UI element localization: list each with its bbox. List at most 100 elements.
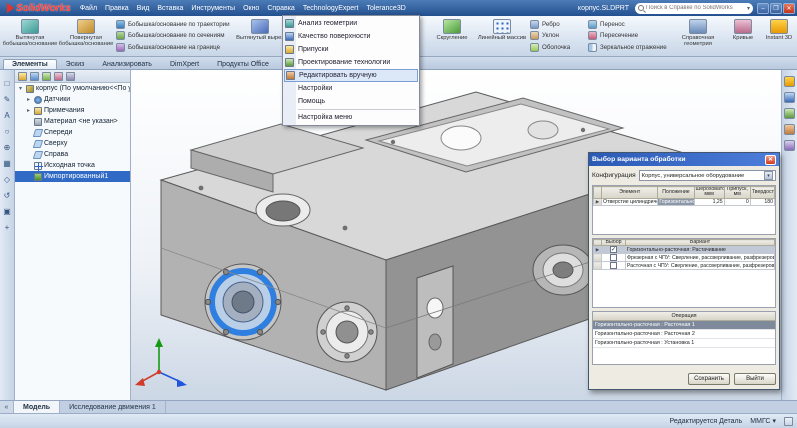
units-chevron-icon[interactable]: ▾ (772, 417, 776, 425)
tree-item-annotations[interactable]: ▸ Примечания (15, 105, 130, 116)
task-pane-resources-icon[interactable] (784, 76, 795, 87)
feature-position-cell[interactable]: Горизонтальное (657, 197, 695, 206)
search-input[interactable] (646, 5, 745, 11)
menu-item-process-design[interactable]: Проектирование технологии (284, 56, 418, 69)
menu-technologyexpert[interactable]: TechnologyExpert (299, 4, 363, 13)
tree-item-origin[interactable]: Исходная точка (15, 160, 130, 171)
extruded-cut-button[interactable]: Вытянутый вырез (234, 17, 286, 55)
exit-button[interactable]: Выйти (734, 373, 776, 385)
scroll-tabs-button[interactable]: « (0, 401, 14, 413)
variant-checkbox[interactable] (610, 254, 617, 261)
tree-expand-icon[interactable]: ▸ (25, 96, 32, 103)
tab-dimxpert[interactable]: DimXpert (161, 59, 208, 69)
dialog-close-button[interactable]: ✕ (765, 154, 776, 165)
tree-item-material[interactable]: Материал <не указан> (15, 116, 130, 127)
mirror-button[interactable]: Зеркальное отражение (588, 42, 668, 52)
feature-allowance-cell[interactable]: 0 (723, 197, 751, 206)
dimension-tool-icon[interactable]: ⊕ (2, 142, 13, 153)
menu-item-allowances[interactable]: Припуски (284, 43, 418, 56)
property-manager-tab-icon[interactable] (30, 71, 39, 81)
geometry-tool-icon[interactable]: ◇ (2, 174, 13, 185)
section-tool-icon[interactable]: ▣ (2, 206, 13, 217)
curves-button[interactable]: Кривые (726, 17, 760, 55)
help-search-box[interactable]: ▾ (635, 2, 753, 14)
circle-tool-icon[interactable]: ○ (2, 126, 13, 137)
menu-item-help[interactable]: Помощь (284, 95, 418, 108)
reference-geometry-button[interactable]: Справочная геометрия (670, 17, 726, 55)
model-pocket-bore-1[interactable] (440, 125, 482, 151)
status-pane-icon[interactable] (784, 416, 793, 426)
variant-label[interactable]: Расточная с ЧПУ: Сверление, рассверливан… (625, 261, 775, 271)
fillet-button[interactable]: Скругление (428, 17, 476, 55)
move-button[interactable]: Перенос (588, 20, 668, 30)
variant-checkbox[interactable] (610, 262, 617, 269)
menu-tolerance3d[interactable]: Tolerance3D (362, 4, 409, 13)
feature-hardness-cell[interactable]: 180 (749, 197, 775, 206)
rotate-tool-icon[interactable]: ↺ (2, 190, 13, 201)
extruded-boss-button[interactable]: Вытянутая бобышка/основание (2, 17, 58, 55)
swept-boss-button[interactable]: Бобышка/основание по траектории (116, 20, 232, 30)
lofted-boss-button[interactable]: Бобышка/основание по сечениям (116, 31, 232, 41)
menu-item-customize-menu[interactable]: Настройка меню (284, 111, 418, 124)
dimxpert-manager-tab-icon[interactable] (54, 71, 63, 81)
tab-features[interactable]: Элементы (3, 59, 57, 69)
operation-row[interactable]: Горизонтально-расточная : Установка 1 (593, 339, 775, 348)
search-chevron-icon[interactable]: ▾ (747, 5, 750, 12)
model-counterbore[interactable] (265, 200, 301, 222)
tree-item-imported[interactable]: Импортированный1 (15, 171, 130, 182)
save-button[interactable]: Сохранить (688, 373, 730, 385)
menu-file[interactable]: Файл (76, 4, 101, 13)
variant-row[interactable]: Фрезерная с ЧПУ: Сверление, рассверливан… (593, 253, 775, 263)
tab-sketch[interactable]: Эскиз (57, 59, 94, 69)
model-pocket-bore-2[interactable] (527, 120, 559, 140)
menu-item-edit-manually[interactable]: Редактировать вручную (284, 69, 418, 82)
tree-root-part[interactable]: ▾ корпус (По умолчанию<<По у... (15, 83, 130, 94)
boundary-boss-button[interactable]: Бобышка/основание на границе (116, 42, 232, 52)
rib-button[interactable]: Ребро (530, 20, 584, 30)
tab-motion-study[interactable]: Исследование движения 1 (60, 401, 166, 413)
model-bolt-hole[interactable] (580, 127, 586, 133)
variant-row[interactable]: Расточная с ЧПУ: Сверление, рассверливан… (593, 261, 775, 271)
menu-item-surface-quality[interactable]: Качество поверхности (284, 30, 418, 43)
variant-checkbox-checked[interactable]: ✓ (610, 246, 617, 253)
minimize-button[interactable]: – (757, 2, 769, 14)
instant3d-button[interactable]: Instant 3D (760, 17, 797, 55)
configuration-select[interactable]: Корпус, универсальное оборудование ▾ (638, 170, 776, 181)
tab-office-products[interactable]: Продукты Office (208, 59, 278, 69)
annotation-tool-icon[interactable]: A (2, 110, 13, 121)
maximize-button[interactable]: ❐ (770, 2, 782, 14)
display-manager-tab-icon[interactable] (66, 71, 75, 81)
linear-pattern-button[interactable]: Линейный массив (476, 17, 528, 55)
model-hole[interactable] (198, 185, 204, 191)
tree-item-top-plane[interactable]: Сверху (15, 138, 130, 149)
grid-tool-icon[interactable]: ▦ (2, 158, 13, 169)
configuration-dropdown-icon[interactable]: ▾ (764, 171, 773, 180)
menu-item-geometry-analysis[interactable]: Анализ геометрии (284, 17, 418, 30)
tab-evaluate[interactable]: Анализировать (93, 59, 161, 69)
row-selector-icon[interactable]: ▶ (593, 197, 603, 206)
bore-blue-highlight[interactable] (204, 263, 282, 341)
task-pane-appearances-icon[interactable] (784, 124, 795, 135)
operation-row[interactable]: Горизонтально-расточная : Расточная 2 (593, 330, 775, 339)
tree-item-front-plane[interactable]: Спереди (15, 127, 130, 138)
dialog-titlebar[interactable]: Выбор варианта обработки ✕ (589, 153, 779, 166)
add-tool-icon[interactable]: + (2, 222, 13, 233)
task-pane-design-library-icon[interactable] (784, 92, 795, 103)
tree-item-sensors[interactable]: ▸ Датчики (15, 94, 130, 105)
tree-item-right-plane[interactable]: Справа (15, 149, 130, 160)
menu-tools[interactable]: Инструменты (187, 4, 239, 13)
menu-window[interactable]: Окно (239, 4, 263, 13)
tree-expand-icon[interactable]: ▸ (25, 107, 32, 114)
configuration-manager-tab-icon[interactable] (42, 71, 51, 81)
tree-collapse-icon[interactable]: ▾ (17, 85, 24, 92)
variant-label[interactable]: Горизонтально-расточная: Растачивание (625, 245, 775, 255)
feature-roughness-cell[interactable]: 1,25 (693, 197, 725, 206)
menu-insert[interactable]: Вставка (153, 4, 187, 13)
model-front-flange[interactable] (316, 301, 378, 363)
model-bolt-hole[interactable] (390, 139, 396, 145)
feature-table-row[interactable]: ▶ Отверстие цилиндрическое Горизонтально… (593, 197, 775, 206)
shell-button[interactable]: Оболочка (530, 42, 584, 52)
task-pane-custom-properties-icon[interactable] (784, 140, 795, 151)
menu-edit[interactable]: Правка (101, 4, 133, 13)
feature-element-cell[interactable]: Отверстие цилиндрическое (601, 197, 659, 206)
